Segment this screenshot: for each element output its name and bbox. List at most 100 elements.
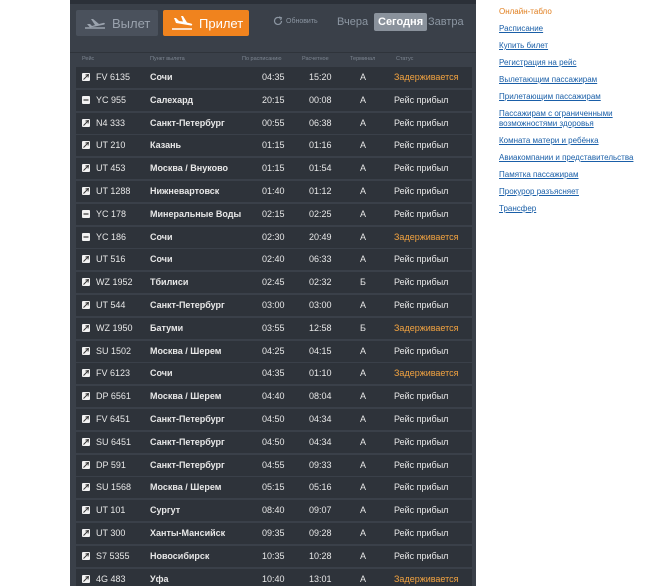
refresh-button[interactable]: Обновить	[273, 16, 318, 26]
flight-status: Рейс прибыл	[394, 527, 449, 538]
terminal: А	[360, 72, 367, 82]
table-header: Рейс Пункт вылета По расписанию Расчетно…	[70, 52, 476, 67]
checkbox-plane-icon	[82, 346, 90, 355]
sidebar-link[interactable]: Прокурор разъясняет	[499, 187, 649, 197]
table-row[interactable]: 4G 483 Уфа 10:40 13:01 А Задерживается	[76, 568, 472, 586]
terminal: А	[360, 94, 367, 105]
flight-number: 4G 483	[96, 573, 126, 584]
sidebar-link[interactable]: Трансфер	[499, 204, 649, 214]
estimated-time: 06:38	[309, 117, 332, 128]
scheduled-time: 04:40	[262, 391, 285, 402]
flight-status: Рейс прибыл	[394, 185, 449, 196]
table-row[interactable]: WZ 1950 Батуми 03:55 12:58 Б Задерживается	[76, 317, 472, 339]
estimated-time: 06:33	[309, 254, 332, 265]
flight-status: Рейс прибыл	[394, 413, 449, 424]
sidebar-link[interactable]: Памятка пассажирам	[499, 170, 649, 180]
origin-city: Санкт-Петербург	[150, 436, 225, 447]
day-today[interactable]: Сегодня	[374, 13, 428, 31]
scheduled-time: 08:40	[262, 505, 285, 516]
origin-city: Сочи	[150, 72, 173, 82]
table-row[interactable]: YC 178 Минеральные Воды 02:15 02:25 А Рейс пр…	[76, 203, 472, 225]
table-row[interactable]: FV 6135 Сочи 04:35 15:20 А Задерживается	[76, 67, 472, 88]
landing-plane-icon	[172, 16, 193, 30]
flight-status: Задерживается	[394, 322, 459, 333]
sidebar-link[interactable]: Купить билет	[499, 41, 649, 51]
checkbox-plane-icon	[82, 460, 90, 469]
estimated-time: 13:01	[309, 573, 332, 584]
checkbox-plane-icon	[82, 551, 90, 560]
scheduled-time: 01:15	[262, 163, 285, 174]
origin-city: Санкт-Петербург	[150, 413, 225, 424]
sidebar-link[interactable]: Онлайн-табло	[499, 7, 649, 17]
table-row[interactable]: UT 453 Москва / Внуково 01:15 01:54 А Рейс пр…	[76, 158, 472, 180]
table-row[interactable]: FV 6123 Сочи 04:35 01:10 А Задерживается	[76, 363, 472, 385]
terminal: Б	[360, 277, 366, 288]
sidebar-link[interactable]: Авиакомпании и представительства	[499, 153, 649, 163]
table-row[interactable]: UT 516 Сочи 02:40 06:33 А Рейс прибыл	[76, 249, 472, 271]
day-yesterday[interactable]: Вчера	[333, 13, 372, 31]
origin-city: Сочи	[150, 368, 173, 379]
sidebar-link[interactable]: Регистрация на рейс	[499, 58, 649, 68]
flight-number: UT 453	[96, 163, 126, 174]
checkbox-plane-icon	[82, 506, 90, 515]
table-row[interactable]: N4 333 Санкт-Петербург 00:55 06:38 А Рейс при…	[76, 112, 472, 134]
table-row[interactable]: UT 300 Ханты-Мансийск 09:35 09:28 А Рейс приб…	[76, 522, 472, 544]
col-flight: Рейс	[82, 56, 95, 62]
flight-number: FV 6451	[96, 413, 131, 424]
table-row[interactable]: S7 5355 Новосибирск 10:35 10:28 А Рейс прибыл	[76, 545, 472, 567]
table-row[interactable]: SU 1568 Москва / Шерем 05:15 05:16 А Рейс при…	[76, 477, 472, 499]
table-row[interactable]: UT 1288 Нижневартовск 01:40 01:12 А Рейс приб…	[76, 180, 472, 202]
flight-number: FV 6123	[96, 368, 131, 379]
table-row[interactable]: DP 6561 Москва / Шерем 04:40 08:04 А Рейс при…	[76, 386, 472, 408]
sidebar-link[interactable]: Расписание	[499, 24, 649, 34]
origin-city: Казань	[150, 140, 182, 151]
terminal: А	[360, 550, 367, 561]
flight-status: Рейс прибыл	[394, 550, 449, 561]
scheduled-time: 03:00	[262, 299, 285, 310]
scheduled-time: 04:50	[262, 413, 285, 424]
checkbox-plane-icon	[82, 437, 90, 446]
table-row[interactable]: FV 6451 Санкт-Петербург 04:50 04:34 А Рейс пр…	[76, 408, 472, 430]
terminal: А	[360, 299, 367, 310]
checkbox-plane-icon	[82, 528, 90, 537]
terminal: А	[360, 482, 367, 493]
scheduled-time: 02:30	[262, 231, 285, 242]
estimated-time: 01:54	[309, 163, 332, 174]
table-row[interactable]: SU 1502 Москва / Шерем 04:25 04:15 А Рейс при…	[76, 340, 472, 362]
table-row[interactable]: WZ 1952 Тбилиси 02:45 02:32 Б Рейс прибыл	[76, 272, 472, 294]
flight-number: UT 544	[96, 299, 126, 310]
day-tomorrow[interactable]: Завтра	[424, 13, 468, 31]
refresh-label: Обновить	[286, 17, 318, 25]
table-row[interactable]: DP 591 Санкт-Петербург 04:55 09:33 А Рейс при…	[76, 454, 472, 476]
sidebar-link[interactable]: Пассажирам с ограниченными возможностями…	[499, 109, 649, 129]
table-row[interactable]: UT 101 Сургут 08:40 09:07 А Рейс прибыл	[76, 500, 472, 522]
tab-departures[interactable]: Вылет	[76, 10, 158, 36]
terminal: А	[360, 254, 367, 265]
table-row[interactable]: YC 955 Салехард 20:15 00:08 А Рейс прибыл	[76, 89, 472, 111]
terminal: А	[360, 459, 367, 470]
terminal: Б	[360, 322, 366, 333]
estimated-time: 00:08	[309, 94, 332, 105]
scheduled-time: 20:15	[262, 94, 285, 105]
table-row[interactable]: UT 544 Санкт-Петербург 03:00 03:00 А Рейс при…	[76, 294, 472, 316]
tab-arrivals[interactable]: Прилет	[163, 10, 249, 36]
checkbox-plane-icon	[82, 483, 90, 492]
table-row[interactable]: SU 6451 Санкт-Петербург 04:50 04:34 А Рейс пр…	[76, 431, 472, 453]
checkbox-plane-icon	[82, 369, 90, 378]
sidebar-link[interactable]: Вылетающим пассажирам	[499, 75, 649, 85]
origin-city: Тбилиси	[150, 277, 189, 288]
flight-number: UT 1288	[96, 185, 131, 196]
sidebar-link[interactable]: Прилетающим пассажирам	[499, 92, 649, 102]
terminal: А	[360, 505, 367, 516]
flight-status: Задерживается	[394, 72, 459, 82]
scheduled-time: 02:45	[262, 277, 285, 288]
terminal: А	[360, 117, 367, 128]
scheduled-time: 04:35	[262, 368, 285, 379]
table-row[interactable]: UT 210 Казань 01:15 01:16 А Рейс прибыл	[76, 135, 472, 157]
table-row[interactable]: YC 186 Сочи 02:30 20:49 А Задерживается	[76, 226, 472, 248]
flight-number: UT 300	[96, 527, 126, 538]
sidebar-link[interactable]: Комната матери и ребёнка	[499, 136, 649, 146]
checkbox-plane-icon	[82, 300, 90, 309]
flight-number: SU 1568	[96, 482, 132, 493]
flight-status: Рейс прибыл	[394, 391, 449, 402]
